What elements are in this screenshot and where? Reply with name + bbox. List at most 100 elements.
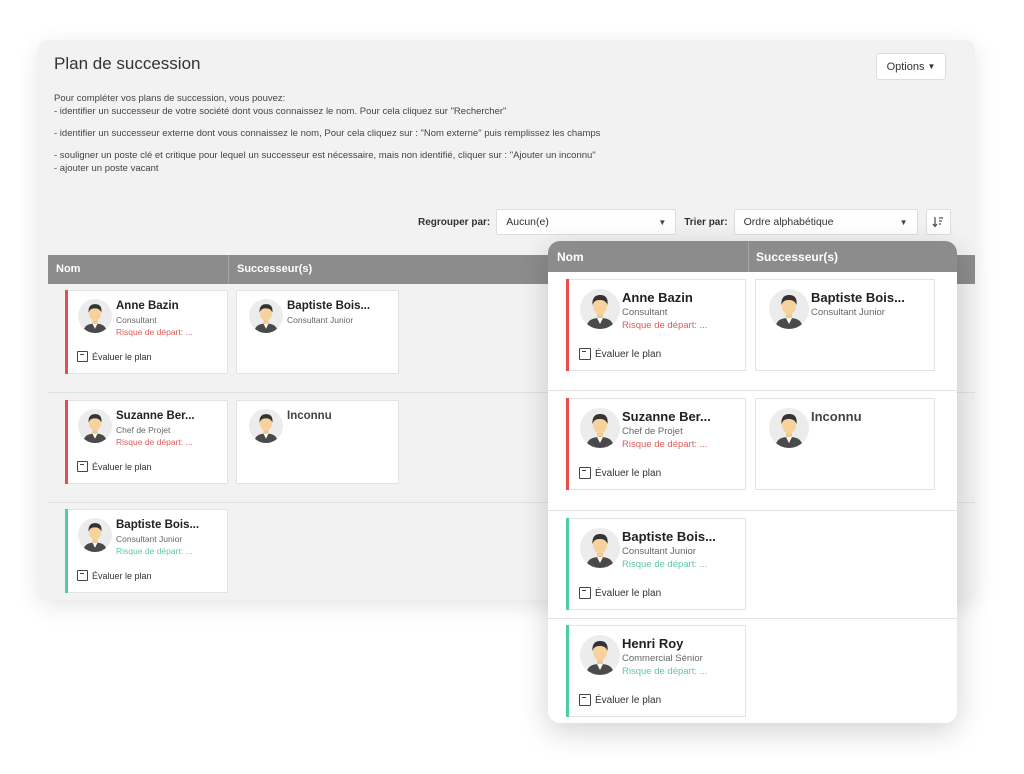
avatar-icon bbox=[580, 408, 620, 448]
column-header-name[interactable]: Nom bbox=[56, 263, 80, 275]
form-icon bbox=[579, 694, 591, 706]
departure-risk: Risque de départ: ... bbox=[116, 327, 193, 337]
evaluate-plan-link[interactable]: Évaluer le plan bbox=[579, 467, 661, 479]
evaluate-plan-label: Évaluer le plan bbox=[595, 587, 662, 599]
intro-line: - souligner un poste clé et critique pou… bbox=[54, 150, 596, 161]
successor-name[interactable]: Baptiste Bois... bbox=[287, 300, 370, 312]
options-button[interactable]: Options ▼ bbox=[876, 53, 946, 80]
evaluate-plan-label: Évaluer le plan bbox=[595, 694, 662, 706]
page-title: Plan de succession bbox=[54, 54, 201, 73]
departure-risk: Risque de départ: ... bbox=[622, 559, 708, 570]
employee-name[interactable]: Baptiste Bois... bbox=[116, 519, 199, 531]
sort-order-button[interactable] bbox=[925, 209, 951, 235]
employee-role: Consultant bbox=[622, 307, 668, 318]
employee-name[interactable]: Anne Bazin bbox=[116, 300, 179, 312]
employee-role: Consultant Junior bbox=[116, 534, 183, 544]
avatar-icon bbox=[249, 299, 283, 333]
employee-role: Chef de Projet bbox=[622, 426, 683, 437]
successor-name[interactable]: Inconnu bbox=[811, 409, 862, 424]
row-divider bbox=[548, 618, 957, 619]
column-header-successors[interactable]: Successeur(s) bbox=[756, 250, 838, 264]
sort-by-value: Ordre alphabétique bbox=[743, 216, 834, 228]
employee-name[interactable]: Suzanne Ber... bbox=[116, 410, 195, 422]
row-divider bbox=[548, 510, 957, 511]
table-header: Nom Successeur(s) bbox=[548, 241, 957, 272]
risk-indicator-bar bbox=[566, 398, 569, 490]
intro-text: Pour compléter vos plans de succession, … bbox=[54, 92, 934, 175]
employee-card[interactable]: Baptiste Bois... Consultant Junior Risqu… bbox=[65, 509, 228, 593]
risk-indicator-bar bbox=[65, 509, 68, 593]
evaluate-plan-label: Évaluer le plan bbox=[92, 461, 152, 472]
group-by-select[interactable]: Aucun(e) ▼ bbox=[496, 209, 677, 235]
evaluate-plan-link[interactable]: Évaluer le plan bbox=[77, 461, 152, 472]
departure-risk: Risque de départ: ... bbox=[116, 546, 193, 556]
departure-risk: Risque de départ: ... bbox=[622, 666, 708, 677]
employee-card[interactable]: Anne Bazin Consultant Risque de départ: … bbox=[566, 279, 746, 371]
succession-table-zoom: Nom Successeur(s) Anne Bazin Consultant … bbox=[548, 241, 957, 723]
caret-down-icon: ▼ bbox=[927, 62, 936, 71]
successor-card[interactable]: Baptiste Bois... Consultant Junior bbox=[236, 290, 399, 374]
column-divider bbox=[228, 255, 229, 284]
successor-name[interactable]: Baptiste Bois... bbox=[811, 290, 905, 305]
row-divider bbox=[548, 390, 957, 391]
successor-role: Consultant Junior bbox=[287, 315, 354, 325]
employee-name[interactable]: Henri Roy bbox=[622, 636, 683, 651]
sort-by-select[interactable]: Ordre alphabétique ▼ bbox=[733, 209, 918, 235]
avatar-icon bbox=[769, 289, 809, 329]
intro-line: - identifier un successeur externe dont … bbox=[54, 128, 601, 139]
evaluate-plan-link[interactable]: Évaluer le plan bbox=[579, 587, 661, 599]
intro-line: - ajouter un poste vacant bbox=[54, 163, 159, 174]
successor-card[interactable]: Baptiste Bois... Consultant Junior bbox=[755, 279, 935, 371]
employee-name[interactable]: Anne Bazin bbox=[622, 290, 693, 305]
form-icon bbox=[77, 570, 88, 581]
form-icon bbox=[579, 587, 591, 599]
form-icon bbox=[77, 351, 88, 362]
employee-name[interactable]: Suzanne Ber... bbox=[622, 409, 711, 424]
evaluate-plan-label: Évaluer le plan bbox=[595, 348, 662, 360]
avatar-icon bbox=[78, 518, 112, 552]
evaluate-plan-label: Évaluer le plan bbox=[92, 570, 152, 581]
options-label: Options bbox=[886, 60, 925, 73]
avatar-icon bbox=[580, 528, 620, 568]
employee-name[interactable]: Baptiste Bois... bbox=[622, 529, 716, 544]
successor-name[interactable]: Inconnu bbox=[287, 410, 332, 422]
employee-card[interactable]: Anne Bazin Consultant Risque de départ: … bbox=[65, 290, 228, 374]
employee-role: Consultant bbox=[116, 315, 157, 325]
successor-card[interactable]: Inconnu bbox=[236, 400, 399, 484]
employee-card[interactable]: Henri Roy Commercial Sénior Risque de dé… bbox=[566, 625, 746, 717]
form-icon bbox=[579, 467, 591, 479]
risk-indicator-bar bbox=[65, 400, 68, 484]
evaluate-plan-link[interactable]: Évaluer le plan bbox=[77, 570, 152, 581]
employee-role: Chef de Projet bbox=[116, 425, 171, 435]
evaluate-plan-link[interactable]: Évaluer le plan bbox=[579, 348, 661, 360]
sort-by-label: Trier par: bbox=[684, 216, 728, 228]
risk-indicator-bar bbox=[566, 518, 569, 610]
avatar-icon bbox=[769, 408, 809, 448]
avatar-icon bbox=[78, 409, 112, 443]
evaluate-plan-link[interactable]: Évaluer le plan bbox=[579, 694, 661, 706]
intro-line: - identifier un successeur de votre soci… bbox=[54, 106, 507, 117]
avatar-icon bbox=[580, 635, 620, 675]
group-by-label: Regrouper par: bbox=[418, 216, 491, 228]
successor-role: Consultant Junior bbox=[811, 307, 885, 318]
departure-risk: Risque de départ: ... bbox=[622, 320, 708, 331]
sort-descending-icon bbox=[932, 217, 944, 228]
form-icon bbox=[579, 348, 591, 360]
evaluate-plan-link[interactable]: Évaluer le plan bbox=[77, 351, 152, 362]
employee-card[interactable]: Baptiste Bois... Consultant Junior Risqu… bbox=[566, 518, 746, 610]
avatar-icon bbox=[580, 289, 620, 329]
column-header-name[interactable]: Nom bbox=[557, 250, 584, 264]
avatar-icon bbox=[78, 299, 112, 333]
group-by-value: Aucun(e) bbox=[506, 216, 549, 228]
risk-indicator-bar bbox=[566, 625, 569, 717]
employee-role: Consultant Junior bbox=[622, 546, 696, 557]
dropdown-arrow-icon: ▼ bbox=[899, 217, 908, 227]
employee-card[interactable]: Suzanne Ber... Chef de Projet Risque de … bbox=[566, 398, 746, 490]
intro-line: Pour compléter vos plans de succession, … bbox=[54, 93, 286, 104]
dropdown-arrow-icon: ▼ bbox=[658, 217, 667, 227]
employee-role: Commercial Sénior bbox=[622, 653, 703, 664]
successor-card[interactable]: Inconnu bbox=[755, 398, 935, 490]
departure-risk: Risque de départ: ... bbox=[622, 439, 708, 450]
column-header-successors[interactable]: Successeur(s) bbox=[237, 263, 312, 275]
employee-card[interactable]: Suzanne Ber... Chef de Projet Risque de … bbox=[65, 400, 228, 484]
